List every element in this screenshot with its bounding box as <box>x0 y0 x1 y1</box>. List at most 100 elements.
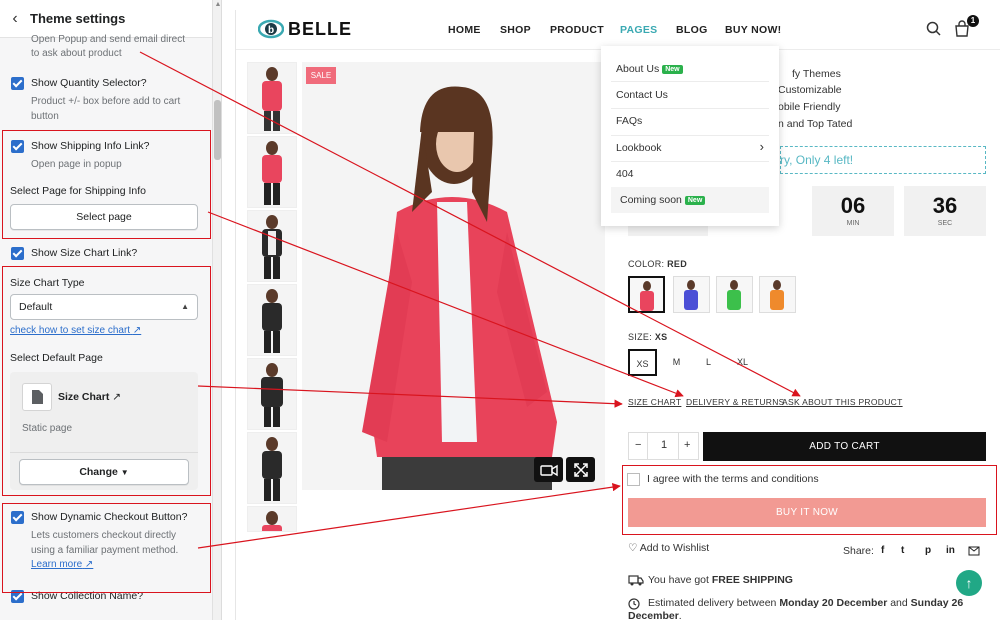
dropdown-item-404[interactable]: 404 <box>616 168 634 180</box>
scrollbar-thumb[interactable] <box>214 100 221 160</box>
add-to-cart-button[interactable]: ADD TO CART <box>703 432 986 461</box>
highlight-buy-now-box <box>622 465 997 535</box>
qty-plus-button[interactable]: + <box>684 439 690 451</box>
thumb-figure <box>262 141 282 205</box>
size-label-text: SIZE: <box>628 332 653 342</box>
ask-about-product-link[interactable]: ASK ABOUT THIS PRODUCT <box>782 397 903 407</box>
feature-line: obile Friendly <box>778 101 841 113</box>
size-option-xl[interactable]: XL <box>728 349 757 376</box>
new-badge: New <box>684 195 706 205</box>
stock-notice-text: ry, Only 4 left! <box>780 153 854 167</box>
qty-minus-button[interactable]: − <box>635 439 641 451</box>
delivery-from: Monday 20 December <box>779 597 888 609</box>
linkedin-icon[interactable]: in <box>946 545 955 556</box>
swatch-figure <box>640 281 654 311</box>
fullscreen-button[interactable] <box>566 457 595 482</box>
delivery-to-line2: December <box>628 610 679 620</box>
twitter-icon[interactable]: t <box>901 545 904 556</box>
search-icon[interactable] <box>926 21 942 37</box>
dropdown-item-coming-soon[interactable]: Coming soon New <box>620 194 706 206</box>
feature-line: Customizable <box>778 84 842 96</box>
product-thumbnail[interactable] <box>247 506 297 532</box>
feature-line: n and Top Tated <box>778 118 853 130</box>
qty-divider <box>647 433 648 459</box>
size-chart-link[interactable]: SIZE CHART <box>628 397 681 407</box>
chevron-right-icon: › <box>759 139 764 154</box>
product-thumbnail[interactable] <box>247 210 297 282</box>
main-product-image[interactable] <box>302 62 605 490</box>
thumb-figure <box>262 289 282 353</box>
qty-selector-checkbox[interactable] <box>11 77 24 90</box>
dropdown-item-contact[interactable]: Contact Us <box>616 89 668 101</box>
qty-selector-help2: button <box>31 111 59 122</box>
model-photo <box>302 62 605 490</box>
countdown-min-label: MIN <box>846 220 860 227</box>
size-option-l[interactable]: L <box>694 349 723 376</box>
nav-buy-now[interactable]: BUY NOW! <box>725 24 781 36</box>
about-label: About Us <box>616 63 660 75</box>
qty-selector-label: Show Quantity Selector? <box>31 77 147 89</box>
back-chevron-icon[interactable]: ‹ <box>0 10 30 28</box>
delivery-and: and <box>887 597 911 609</box>
product-thumbnail[interactable] <box>247 432 297 504</box>
estimated-delivery-text: Estimated delivery between Monday 20 Dec… <box>648 597 963 609</box>
screen: ‹ Theme settings Open Popup and send ema… <box>0 0 1000 620</box>
size-chart-link-label: Show Size Chart Link? <box>31 247 138 259</box>
size-option-m[interactable]: M <box>662 349 691 376</box>
share-label: Share: <box>843 545 874 557</box>
estimated-delivery-line2: December. <box>628 610 682 620</box>
color-swatch-green[interactable] <box>716 276 753 313</box>
nav-shop[interactable]: SHOP <box>500 24 531 36</box>
qty-divider <box>678 433 679 459</box>
delivery-prefix: Estimated delivery between <box>648 597 780 609</box>
countdown-sec-label: SEC <box>937 220 953 227</box>
color-swatch-blue[interactable] <box>673 276 710 313</box>
facebook-icon[interactable]: f <box>881 545 884 556</box>
color-swatch-orange[interactable] <box>759 276 796 313</box>
product-thumbnail[interactable] <box>247 136 297 208</box>
dropdown-item-faqs[interactable]: FAQs <box>616 115 642 127</box>
product-thumbnail[interactable] <box>247 358 297 430</box>
color-swatch-red[interactable] <box>628 276 665 313</box>
nav-blog[interactable]: BLOG <box>676 24 708 36</box>
cart-count-badge: 1 <box>967 15 979 27</box>
sale-badge: SALE <box>306 67 336 84</box>
panel-scrollbar[interactable]: ▲ <box>212 0 221 620</box>
logo-mark-letter: b <box>268 25 274 36</box>
wishlist-link[interactable]: ♡ Add to Wishlist <box>628 542 709 554</box>
size-label: SIZE: XS <box>628 332 667 342</box>
thumb-figure <box>261 363 283 427</box>
countdown-sec-value: 36 <box>932 193 958 218</box>
countdown-minutes: 06 MIN <box>812 186 894 236</box>
size-chart-link-checkbox[interactable] <box>11 247 24 260</box>
brand-logo[interactable]: b BELLE <box>258 17 352 41</box>
highlight-shipping-box <box>2 130 211 239</box>
quantity-stepper[interactable]: − 1 + <box>628 432 699 460</box>
thumb-figure <box>262 511 282 531</box>
brand-name: BELLE <box>288 18 353 39</box>
product-thumbnail[interactable] <box>247 284 297 356</box>
scroll-up-icon[interactable]: ▲ <box>213 0 221 10</box>
delivery-to: Sunday 26 <box>910 597 964 609</box>
email-icon[interactable] <box>968 546 980 556</box>
countdown-min-value: 06 <box>840 193 866 218</box>
pages-dropdown-menu: About Us New Contact Us FAQs Lookbook › 40… <box>601 46 779 226</box>
dropdown-item-lookbook[interactable]: Lookbook › <box>616 139 764 154</box>
swatch-figure <box>727 280 741 310</box>
nav-pages[interactable]: PAGES <box>620 24 657 36</box>
nav-product[interactable]: PRODUCT <box>550 24 604 36</box>
color-value: RED <box>667 259 688 269</box>
thumb-figure <box>262 215 282 279</box>
product-thumbnail[interactable] <box>247 62 297 134</box>
delivery-returns-link[interactable]: DELIVERY & RETURNS <box>686 397 785 407</box>
nav-home[interactable]: HOME <box>448 24 481 36</box>
dropdown-item-about[interactable]: About Us New <box>616 63 683 75</box>
video-button[interactable] <box>534 457 563 482</box>
pinterest-icon[interactable]: p <box>925 545 931 556</box>
shipping-prefix: You have got <box>648 574 712 586</box>
size-option-xs[interactable]: XS <box>628 349 657 376</box>
qty-value[interactable]: 1 <box>661 439 667 451</box>
scroll-to-top-button[interactable]: ↑ <box>956 570 982 596</box>
belle-logo-icon: b <box>258 19 284 39</box>
thumb-figure <box>262 437 282 501</box>
